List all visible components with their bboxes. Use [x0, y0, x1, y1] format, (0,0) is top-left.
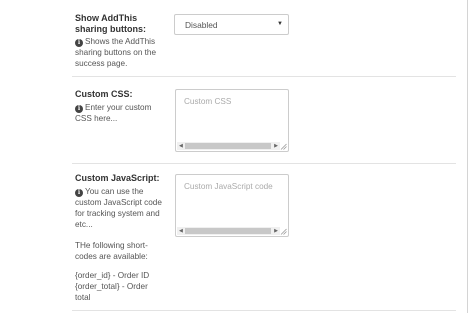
custom-css-textarea[interactable]: Custom CSS ◀ ▶	[175, 89, 289, 152]
shortcodes-intro: THe following short-codes are available:	[75, 241, 148, 261]
info-circle-icon: i	[75, 189, 83, 197]
scrollbar-thumb[interactable]	[185, 228, 271, 234]
addthis-select-value: Disabled	[185, 20, 218, 30]
shortcode-order-total: {order_total} - Order total	[75, 282, 148, 302]
addthis-select[interactable]: Disabled ▼	[174, 14, 289, 35]
info-circle-icon: i	[75, 39, 83, 47]
row-divider	[72, 76, 456, 77]
custom-js-description: i You can use the custom JavaScript code …	[75, 187, 162, 229]
custom-css-description: i Enter your custom CSS here...	[75, 103, 152, 123]
custom-js-horizontal-scrollbar[interactable]: ◀ ▶	[177, 227, 280, 235]
custom-css-label: Custom CSS:	[75, 89, 133, 99]
custom-js-textarea[interactable]: Custom JavaScript code ◀ ▶	[175, 174, 289, 237]
row-divider	[72, 163, 456, 164]
custom-css-horizontal-scrollbar[interactable]: ◀ ▶	[177, 142, 280, 150]
scroll-left-arrow-icon[interactable]: ◀	[179, 227, 183, 235]
scroll-right-arrow-icon[interactable]: ▶	[274, 142, 278, 150]
scroll-right-arrow-icon[interactable]: ▶	[274, 227, 278, 235]
caret-down-icon: ▼	[277, 21, 283, 27]
custom-js-placeholder: Custom JavaScript code	[184, 182, 273, 191]
resize-grip-icon[interactable]	[280, 228, 287, 235]
resize-grip-icon[interactable]	[280, 143, 287, 150]
page-right-border	[467, 0, 468, 313]
custom-css-placeholder: Custom CSS	[184, 97, 232, 106]
info-circle-icon: i	[75, 105, 83, 113]
addthis-description: i Shows the AddThis sharing buttons on th…	[75, 37, 157, 68]
scrollbar-thumb[interactable]	[185, 143, 271, 149]
addthis-label: Show AddThis sharing buttons:	[75, 13, 146, 34]
shortcode-order-id: {order_id} - Order ID	[75, 271, 150, 280]
row-divider	[72, 310, 456, 311]
custom-js-label: Custom JavaScript:	[75, 173, 160, 183]
scroll-left-arrow-icon[interactable]: ◀	[179, 142, 183, 150]
